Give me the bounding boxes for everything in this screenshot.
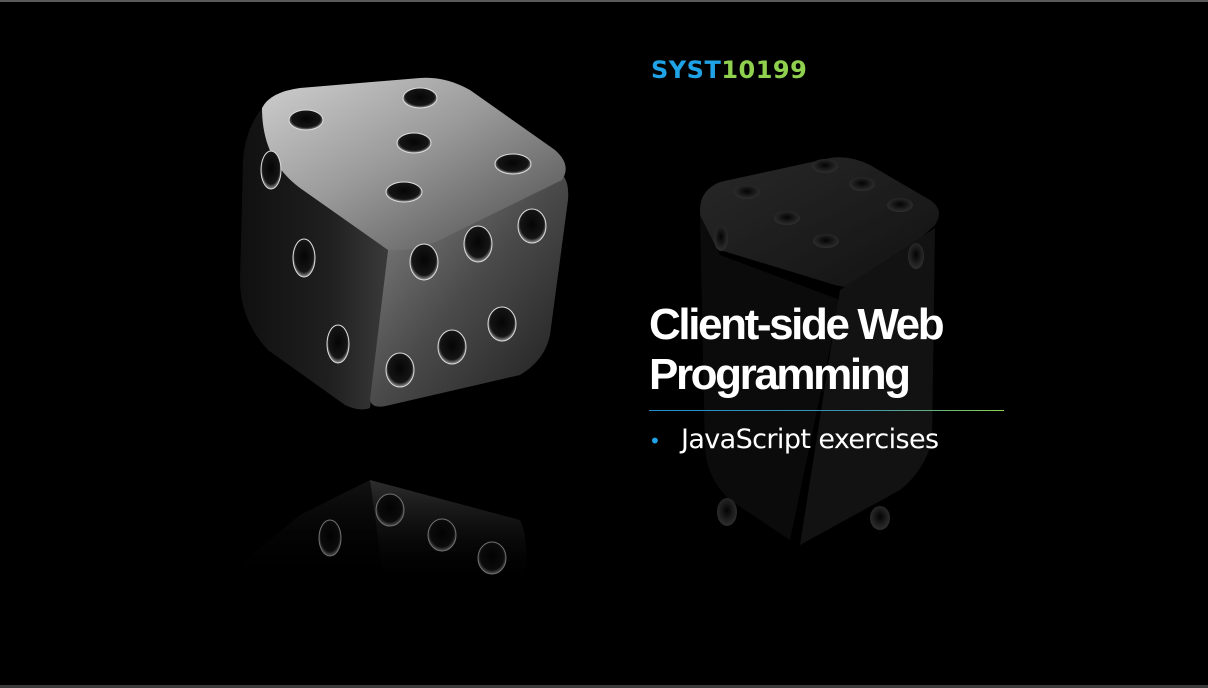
bullet-text: JavaScript exercises (681, 424, 939, 455)
list-item: • JavaScript exercises (649, 420, 939, 461)
course-code-number: 10199 (721, 56, 808, 84)
course-code-prefix: SYST (651, 56, 722, 84)
bullet-icon: • (649, 429, 661, 453)
title-slide: SYST10199 Client-side Web Programming • … (0, 0, 1208, 688)
bullet-list: • JavaScript exercises (649, 420, 939, 461)
slide-title-line-1: Client-side Web (649, 300, 945, 349)
course-code: SYST10199 (651, 56, 807, 84)
slide-title-line-2: Programming (649, 350, 911, 399)
title-underline (649, 410, 1004, 411)
slide-title: Client-side Web Programming (649, 300, 1169, 400)
